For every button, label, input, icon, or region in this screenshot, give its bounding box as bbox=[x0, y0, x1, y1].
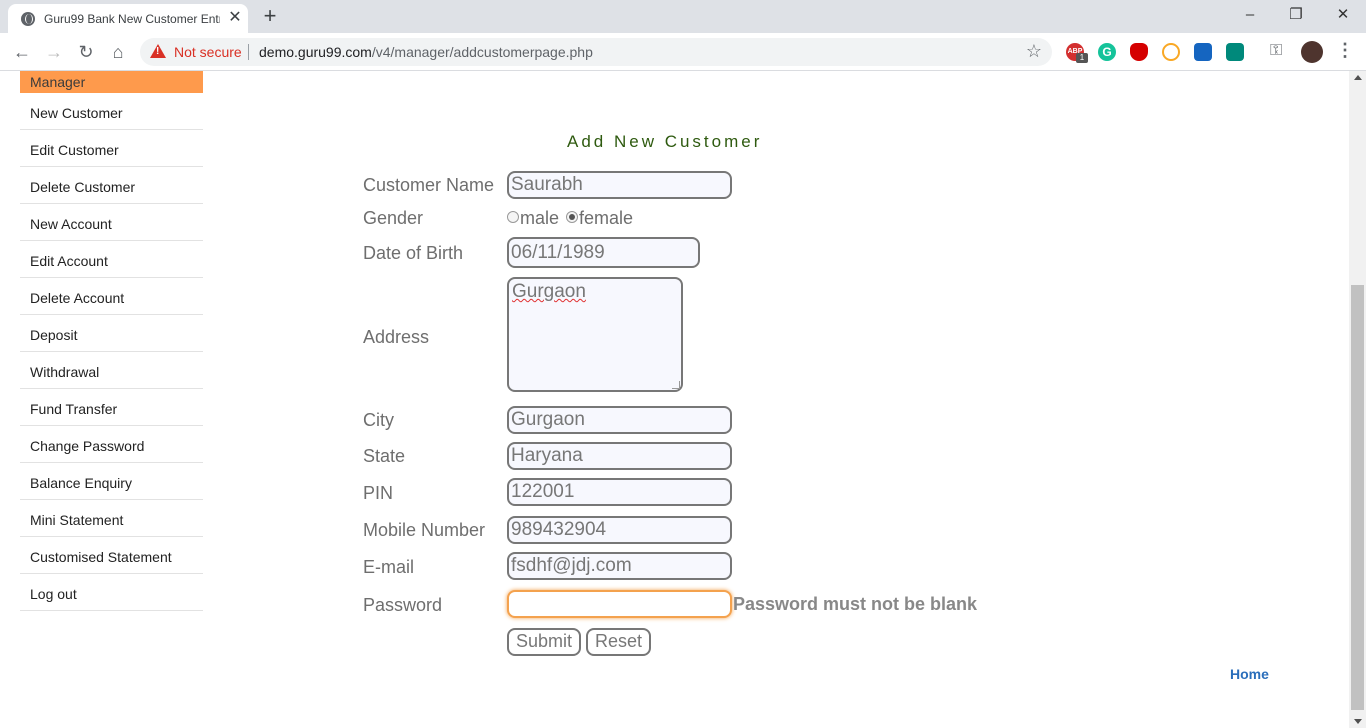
sidebar-item-fund-transfer[interactable]: Fund Transfer bbox=[20, 389, 203, 426]
browser-toolbar: ← → ↻ ⌂ Not secure demo.guru99.com/v4/ma… bbox=[0, 33, 1366, 71]
scroll-thumb[interactable] bbox=[1351, 285, 1364, 710]
omnibox-divider bbox=[248, 44, 249, 60]
home-link[interactable]: Home bbox=[1230, 666, 1269, 682]
sidebar-item-new-account[interactable]: New Account bbox=[20, 204, 203, 241]
mobile-label: Mobile Number bbox=[363, 520, 486, 540]
customer-name-label: Customer Name bbox=[363, 175, 495, 195]
window-close-icon[interactable]: ✕ bbox=[1323, 4, 1363, 26]
minimize-icon[interactable]: – bbox=[1230, 4, 1270, 26]
profile-avatar[interactable] bbox=[1301, 41, 1323, 63]
pin-label: PIN bbox=[363, 483, 394, 503]
sidebar-item-log-out[interactable]: Log out bbox=[20, 574, 203, 611]
customer-name-input[interactable]: Saurabh bbox=[507, 171, 732, 199]
key-icon[interactable]: ⚿ bbox=[1270, 42, 1282, 60]
browser-tab[interactable]: Guru99 Bank New Customer Entry Page ✕ bbox=[8, 4, 248, 33]
teal-extension-icon[interactable] bbox=[1226, 43, 1244, 61]
sidebar-item-edit-account[interactable]: Edit Account bbox=[20, 241, 203, 278]
scroll-up-icon[interactable] bbox=[1354, 75, 1362, 80]
not-secure-label[interactable]: Not secure bbox=[174, 44, 242, 60]
address-textarea[interactable]: Gurgaon bbox=[507, 277, 683, 392]
submit-button[interactable]: Submit bbox=[507, 628, 581, 656]
back-arrow-icon[interactable]: ← bbox=[10, 41, 34, 63]
city-label: City bbox=[363, 410, 394, 430]
form-title: Add New Customer bbox=[567, 132, 763, 151]
gender-label: Gender bbox=[363, 208, 424, 228]
browser-tab-bar: Guru99 Bank New Customer Entry Page ✕ + … bbox=[0, 0, 1366, 33]
sidebar-item-deposit[interactable]: Deposit bbox=[20, 315, 203, 352]
scroll-down-icon[interactable] bbox=[1354, 719, 1362, 724]
restore-icon[interactable]: ❐ bbox=[1276, 4, 1316, 26]
password-error-message: Password must not be blank bbox=[733, 594, 978, 614]
sidebar-item-customised-statement[interactable]: Customised Statement bbox=[20, 537, 203, 574]
bookmark-star-icon[interactable]: ☆ bbox=[1026, 41, 1042, 62]
sidebar-item-mini-statement[interactable]: Mini Statement bbox=[20, 500, 203, 537]
gender-female-label: female bbox=[579, 208, 634, 228]
email-label: E-mail bbox=[363, 557, 415, 577]
forward-arrow-icon[interactable]: → bbox=[42, 41, 66, 63]
sidebar-item-balance-enquiry[interactable]: Balance Enquiry bbox=[20, 463, 203, 500]
address-value: Gurgaon bbox=[512, 281, 586, 302]
address-bar[interactable]: Not secure demo.guru99.com/v4/manager/ad… bbox=[140, 38, 1052, 66]
tab-title: Guru99 Bank New Customer Entry Page bbox=[44, 12, 220, 26]
sidebar-item-withdrawal[interactable]: Withdrawal bbox=[20, 352, 203, 389]
warning-icon bbox=[150, 44, 166, 58]
resize-grip-icon[interactable] bbox=[672, 381, 680, 389]
gender-male-label: male bbox=[520, 208, 560, 228]
dob-input[interactable]: 06/11/1989 bbox=[507, 237, 700, 268]
mobile-input[interactable]: 989432904 bbox=[507, 516, 732, 544]
sidebar-item-edit-customer[interactable]: Edit Customer bbox=[20, 130, 203, 167]
tab-close-icon[interactable]: ✕ bbox=[226, 9, 244, 27]
adblock-badge: 1 bbox=[1076, 53, 1088, 63]
stop-hand-extension-icon[interactable] bbox=[1130, 43, 1148, 61]
password-input[interactable] bbox=[507, 590, 732, 618]
sidebar-header: Manager bbox=[20, 71, 203, 93]
page-scrollbar[interactable] bbox=[1349, 71, 1366, 728]
password-label: Password bbox=[363, 595, 443, 615]
url-text[interactable]: demo.guru99.com/v4/manager/addcustomerpa… bbox=[259, 44, 593, 60]
globe-icon bbox=[21, 12, 35, 26]
grammarly-extension-icon[interactable]: G bbox=[1098, 43, 1116, 61]
sidebar-item-delete-account[interactable]: Delete Account bbox=[20, 278, 203, 315]
page-viewport: Manager New Customer Edit Customer Delet… bbox=[0, 71, 1349, 728]
sidebar-item-change-password[interactable]: Change Password bbox=[20, 426, 203, 463]
email-input[interactable]: fsdhf@jdj.com bbox=[507, 552, 732, 580]
gender-female-radio[interactable] bbox=[566, 211, 578, 223]
gender-male-radio[interactable] bbox=[507, 211, 519, 223]
clock-extension-icon[interactable] bbox=[1162, 43, 1180, 61]
home-icon[interactable]: ⌂ bbox=[106, 41, 130, 63]
sidebar-item-new-customer[interactable]: New Customer bbox=[20, 93, 203, 130]
reset-button[interactable]: Reset bbox=[586, 628, 651, 656]
state-input[interactable]: Haryana bbox=[507, 442, 732, 470]
sidebar-item-delete-customer[interactable]: Delete Customer bbox=[20, 167, 203, 204]
dob-label: Date of Birth bbox=[363, 243, 464, 263]
blue-extension-icon[interactable] bbox=[1194, 43, 1212, 61]
sidebar-menu: Manager New Customer Edit Customer Delet… bbox=[20, 71, 203, 611]
reload-icon[interactable]: ↻ bbox=[74, 41, 98, 63]
new-tab-button[interactable]: + bbox=[258, 5, 282, 29]
state-label: State bbox=[363, 446, 406, 466]
pin-input[interactable]: 122001 bbox=[507, 478, 732, 506]
address-label: Address bbox=[363, 327, 430, 347]
city-input[interactable]: Gurgaon bbox=[507, 406, 732, 434]
browser-menu-icon[interactable]: ⋮ bbox=[1336, 40, 1354, 61]
